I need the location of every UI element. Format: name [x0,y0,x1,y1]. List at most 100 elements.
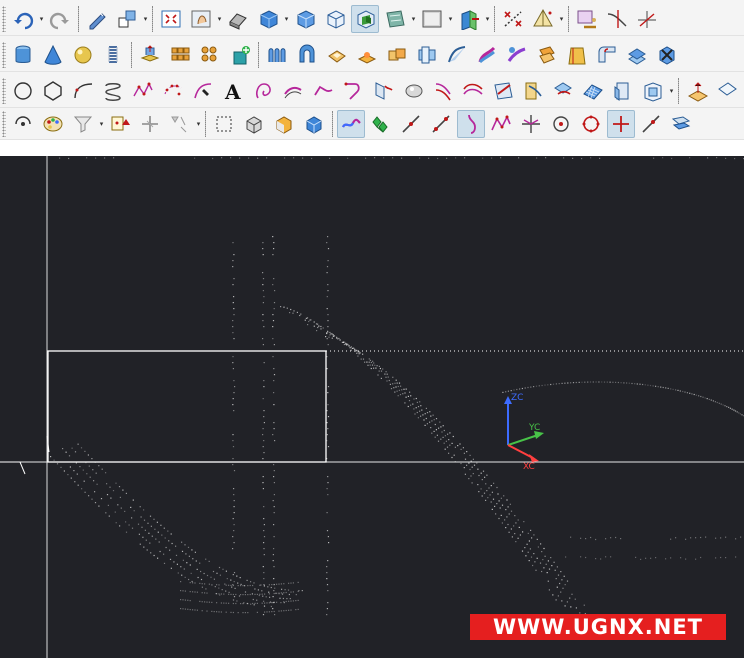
blend-face-button[interactable] [593,41,621,69]
selection-box-button[interactable] [166,110,194,138]
shell-button[interactable] [323,41,351,69]
divide-face-button[interactable] [549,77,577,105]
polygon-button[interactable] [39,77,67,105]
face-select-button[interactable] [240,110,268,138]
spring-button[interactable] [99,41,127,69]
point-on-curve-button[interactable] [607,109,635,138]
toolbar-dropdown-arrow[interactable]: ▾ [410,5,417,33]
toolbar-dropdown-arrow[interactable]: ▾ [216,5,223,33]
zoom-pan-button[interactable] [187,5,215,33]
trim-body-button[interactable] [623,41,651,69]
fit-curve-button[interactable] [189,77,217,105]
cone-button[interactable] [39,41,67,69]
show-hide-button[interactable] [113,5,141,33]
toolbar-grip[interactable] [2,77,6,104]
through-curves-button[interactable] [443,41,471,69]
offset-face-button[interactable] [533,41,561,69]
curve-point-button[interactable] [427,110,455,138]
intersect-point-button[interactable] [487,110,515,138]
background-button[interactable] [418,5,446,33]
sketch-rectangle[interactable] [47,350,327,463]
arc-center-button[interactable] [517,110,545,138]
project-curve-button[interactable] [369,77,397,105]
conic-button[interactable] [69,77,97,105]
spline-button[interactable] [129,77,157,105]
law-curve-button[interactable] [249,77,277,105]
measure-area-button[interactable] [529,5,557,33]
wrap-curve-button[interactable] [519,77,547,105]
graphics-viewport[interactable]: ZC YC XC WWW.UGNX.NET [0,156,744,658]
intersect-curve-button[interactable] [399,77,427,105]
sweep-button[interactable] [473,41,501,69]
toolbar-dropdown-arrow[interactable]: ▾ [447,5,454,33]
revolve-button[interactable] [293,41,321,69]
filter-button[interactable] [69,110,97,138]
snap-mode-button[interactable] [106,110,134,138]
bridge-curve-button[interactable] [309,77,337,105]
toolbar-dropdown-arrow[interactable]: ▾ [668,77,675,105]
isoparametric-button[interactable] [489,77,517,105]
extract-curve-button[interactable] [459,77,487,105]
toolbar-grip[interactable] [2,41,6,68]
quadrant-point-button[interactable] [547,110,575,138]
tangent-button[interactable] [713,77,741,105]
toolbar-dropdown-arrow[interactable]: ▾ [98,110,105,138]
snap-options-button[interactable] [9,110,37,138]
toolbar-dropdown-arrow[interactable]: ▾ [38,5,45,33]
curve-trim-button[interactable] [603,5,631,33]
datum-plane-button[interactable] [683,77,711,105]
partially-shaded-button[interactable] [351,4,379,33]
color-palette-button[interactable] [39,110,67,138]
toolbar-dropdown-arrow[interactable]: ▾ [142,5,149,33]
edit-object-button[interactable] [83,5,111,33]
static-wireframe-button[interactable] [321,5,349,33]
curve-on-surface-button[interactable] [639,77,667,105]
emboss-button[interactable] [353,41,381,69]
text-button[interactable]: A [219,77,247,105]
extrude-pad-button[interactable] [136,41,164,69]
snap-mode-2-button[interactable] [136,110,164,138]
sphere-button[interactable] [69,41,97,69]
pattern-feature-button[interactable] [196,41,224,69]
redo-arrow-button[interactable] [46,5,74,33]
point-on-surface-button[interactable] [637,110,665,138]
block-pattern-button[interactable] [166,41,194,69]
toolbar-dropdown-arrow[interactable]: ▾ [195,110,202,138]
measure-distance-button[interactable] [499,5,527,33]
point-set-button[interactable] [159,77,187,105]
toolbar-grip[interactable] [2,5,6,32]
body-select-button[interactable] [210,110,238,138]
end-point-button[interactable] [337,109,365,138]
control-point-button[interactable] [457,109,485,138]
circle-button[interactable] [9,77,37,105]
mirror-body-button[interactable] [263,41,291,69]
arc-point-button[interactable] [397,110,425,138]
boolean-unite-button[interactable] [383,41,411,69]
surface-grid-button[interactable] [579,77,607,105]
work-coordinate-system[interactable]: ZC YC XC [500,388,560,478]
toolbar-dropdown-arrow[interactable]: ▾ [484,5,491,33]
datum-axis-button[interactable] [633,5,661,33]
section-view-button[interactable] [455,5,483,33]
shaded-edges-button[interactable] [224,5,252,33]
draft-button[interactable] [563,41,591,69]
offset-curve-button[interactable] [279,77,307,105]
combined-projection-button[interactable] [609,77,637,105]
section-curve-button[interactable] [429,77,457,105]
solid-select-button[interactable] [270,110,298,138]
join-curve-button[interactable] [339,77,367,105]
shaded-button[interactable] [254,5,282,33]
toolbar-grip[interactable] [2,110,6,137]
helix-button[interactable] [99,77,127,105]
fit-button[interactable] [157,5,185,33]
boolean-subtract-button[interactable] [413,41,441,69]
cylinder-button[interactable] [9,41,37,69]
line-point-button[interactable] [367,110,395,138]
swept-volume-button[interactable] [503,41,531,69]
undo-arrow-button[interactable] [9,5,37,33]
delete-face-button[interactable] [653,41,681,69]
datum-csys-button[interactable] [573,5,601,33]
point-constructor-button[interactable] [226,41,254,69]
toolbar-dropdown-arrow[interactable]: ▾ [283,5,290,33]
face-analysis-button[interactable] [381,5,409,33]
